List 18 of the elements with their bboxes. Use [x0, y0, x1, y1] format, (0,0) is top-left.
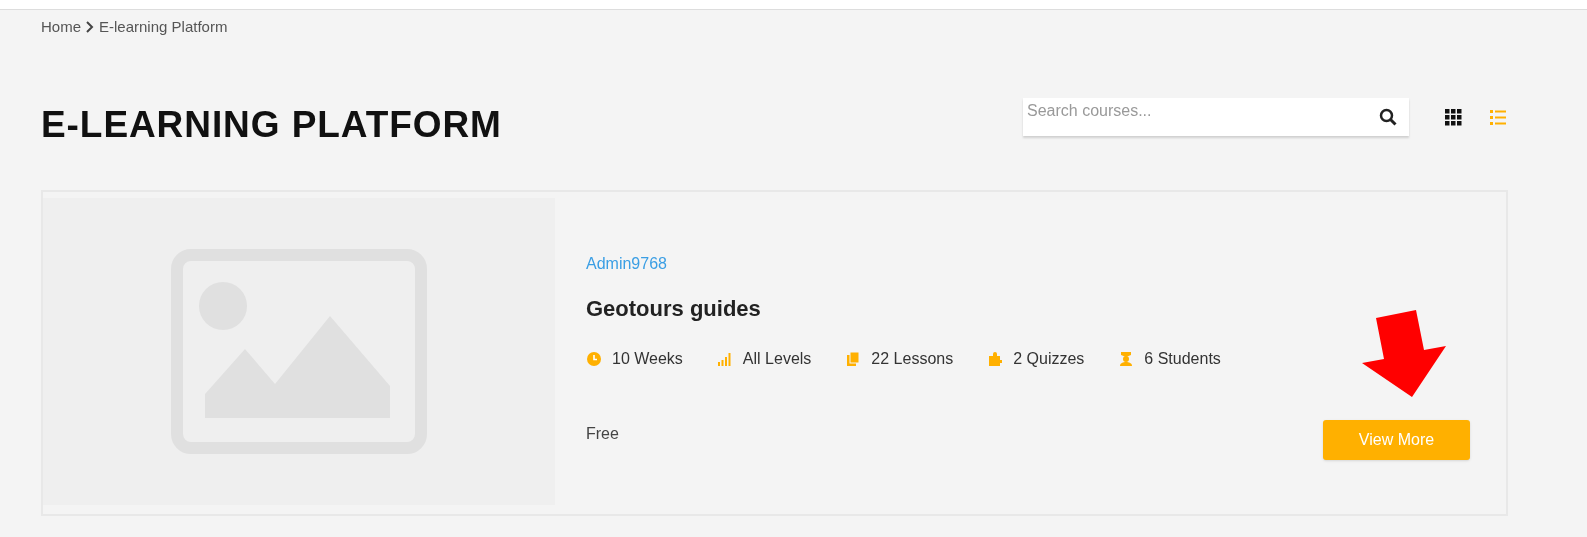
search-icon[interactable]	[1379, 108, 1397, 127]
meta-label: 22 Lessons	[871, 349, 954, 369]
clock-icon	[586, 351, 602, 367]
price-label: Free	[586, 424, 619, 444]
signal-bars-icon	[716, 351, 733, 367]
course-title: Geotours guides	[586, 295, 762, 323]
meta-label: 6 Students	[1144, 349, 1221, 369]
meta-label: 2 Quizzes	[1013, 349, 1085, 369]
breadcrumb-link[interactable]: Home	[41, 16, 81, 39]
grid-view-icon[interactable]	[1444, 108, 1462, 127]
puzzle-icon	[987, 351, 1004, 367]
chevron-icon	[85, 21, 95, 34]
meta-label: All Levels	[742, 349, 812, 369]
search-field[interactable]: Search courses...	[1023, 98, 1409, 137]
meta-label: 10 Weeks	[612, 349, 683, 369]
page-title: E-LEARNING PLATFORM	[41, 102, 503, 147]
copy-icon	[845, 351, 862, 367]
breadcrumb-link[interactable]: E-learning Platform	[99, 16, 228, 39]
